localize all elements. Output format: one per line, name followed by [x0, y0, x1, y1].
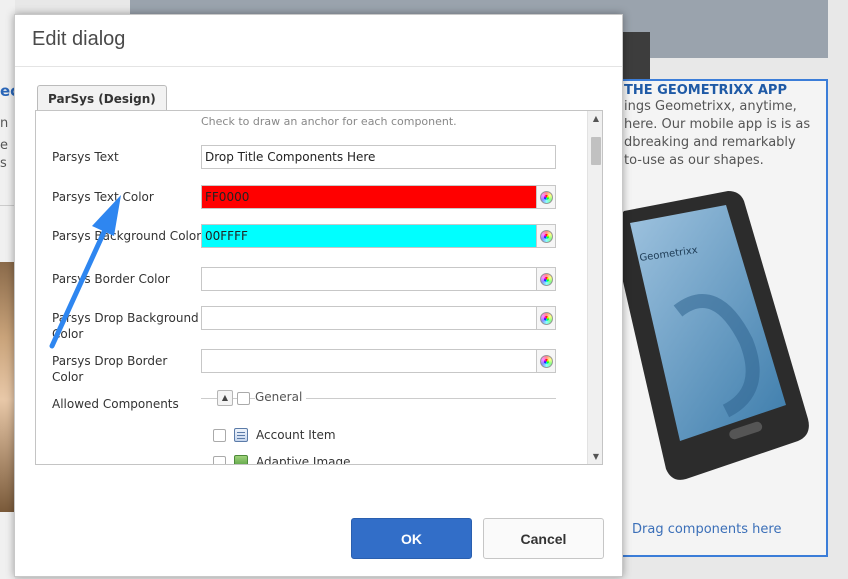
border-color-label: Parsys Border Color: [52, 272, 170, 286]
drop-border-color-label: Parsys Drop Border Color: [52, 354, 168, 384]
color-wheel-icon: [539, 354, 553, 368]
cancel-button[interactable]: Cancel: [483, 518, 604, 559]
scroll-down-arrow-icon[interactable]: ▼: [588, 451, 602, 463]
background-divider: [0, 205, 15, 206]
color-wheel-icon: [539, 190, 553, 204]
drop-background-color-label: Parsys Drop Background Color: [52, 311, 199, 341]
component-label: Account Item: [256, 428, 336, 442]
background-color-input[interactable]: 00FFFF: [201, 224, 537, 248]
scroll-thumb[interactable]: [591, 137, 601, 165]
background-color-picker[interactable]: [537, 224, 556, 248]
text-color-input[interactable]: FF0000: [201, 185, 537, 209]
background-left-text: e: [0, 138, 8, 153]
parsys-text-label: Parsys Text: [52, 150, 119, 164]
tab-parsys-design[interactable]: ParSys (Design): [37, 85, 167, 111]
edit-dialog: Edit dialog ParSys (Design) Check to dra…: [14, 14, 623, 577]
component-checkbox[interactable]: [213, 428, 226, 442]
promo-text: to-use as our shapes.: [624, 153, 764, 168]
color-wheel-icon: [539, 229, 553, 243]
component-label: Adaptive Image: [256, 455, 351, 465]
promo-text: dbreaking and remarkably: [624, 135, 796, 150]
color-wheel-icon: [539, 272, 553, 286]
border-color-picker[interactable]: [537, 267, 556, 291]
text-color-label: Parsys Text Color: [52, 190, 154, 204]
design-form-panel: Check to draw an anchor for each compone…: [35, 110, 603, 465]
background-left-text: s: [0, 156, 7, 171]
allowed-components-label: Allowed Components: [52, 397, 179, 411]
promo-text: here. Our mobile app is is as: [624, 117, 811, 132]
promo-text: ings Geometrixx, anytime,: [624, 99, 797, 114]
background-photo: [0, 262, 15, 512]
border-color-input[interactable]: [201, 267, 537, 291]
promo-panel: THE GEOMETRIXX APP ings Geometrixx, anyt…: [614, 79, 828, 557]
phone-image: Geometrixx: [616, 191, 809, 480]
parsys-text-input[interactable]: Drop Title Components Here: [201, 145, 556, 169]
collapse-up-icon[interactable]: ▲: [217, 390, 233, 406]
promo-title: THE GEOMETRIXX APP: [624, 83, 787, 98]
list-item[interactable]: Adaptive Image: [213, 453, 351, 465]
image-icon: [234, 455, 248, 464]
background-banner-block: [620, 32, 650, 80]
dialog-header-divider: [15, 66, 622, 67]
ok-button[interactable]: OK: [351, 518, 472, 559]
scroll-up-arrow-icon[interactable]: ▲: [588, 113, 602, 125]
component-icon: [234, 428, 248, 442]
form-scrollbar[interactable]: ▲ ▼: [587, 111, 602, 464]
background-left-text: n: [0, 116, 9, 131]
drop-background-color-input[interactable]: [201, 306, 537, 330]
anchor-hint: Check to draw an anchor for each compone…: [201, 115, 457, 128]
drop-zone-label[interactable]: Drag components here: [632, 522, 781, 537]
drop-background-color-picker[interactable]: [537, 306, 556, 330]
dialog-title: Edit dialog: [32, 28, 126, 50]
general-group-legend: General: [255, 390, 307, 404]
component-checkbox[interactable]: [213, 455, 226, 464]
background-color-label: Parsys Background Color: [52, 229, 202, 243]
drop-border-color-picker[interactable]: [537, 349, 556, 373]
general-group-checkbox[interactable]: [237, 392, 250, 405]
color-wheel-icon: [539, 311, 553, 325]
drop-border-color-input[interactable]: [201, 349, 537, 373]
text-color-picker[interactable]: [537, 185, 556, 209]
general-group: ▲ General Account Item Adaptive Image: [201, 390, 556, 465]
list-item[interactable]: Account Item: [213, 426, 336, 444]
background-margin: [828, 0, 848, 60]
